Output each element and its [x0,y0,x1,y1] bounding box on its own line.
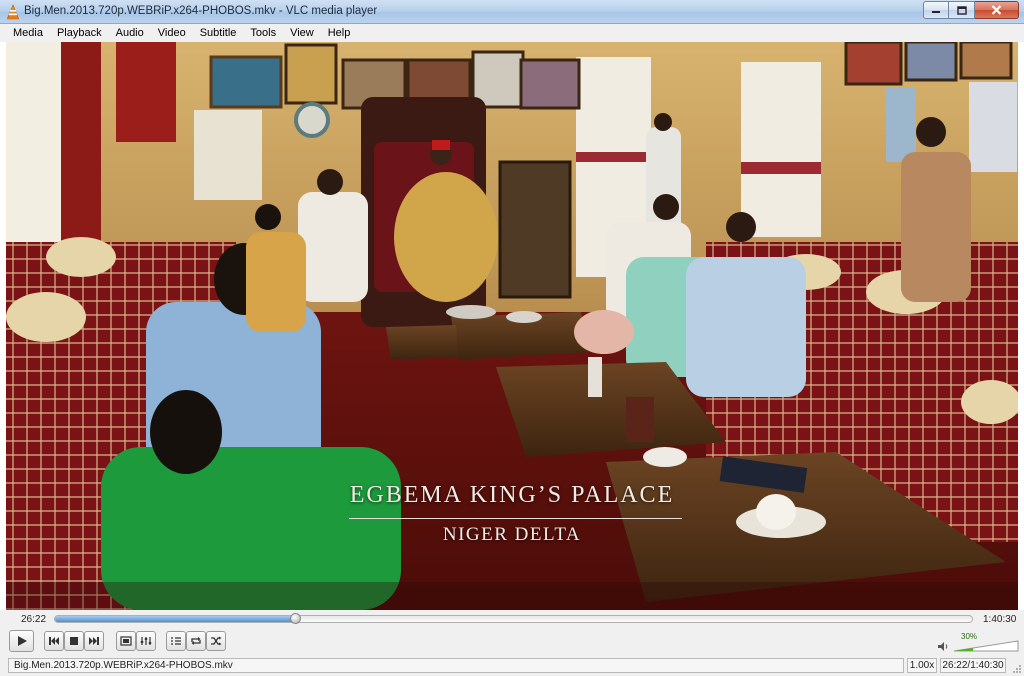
play-icon [17,636,27,646]
extended-settings-button[interactable] [136,631,156,651]
playback-rate[interactable]: 1.00x [907,658,937,673]
menu-audio[interactable]: Audio [109,27,151,39]
fullscreen-button[interactable] [116,631,136,651]
close-icon [991,5,1002,15]
menu-tools[interactable]: Tools [243,27,283,39]
next-button[interactable] [84,631,104,651]
elapsed-time[interactable]: 26:22 [21,614,46,625]
menu-subtitle[interactable]: Subtitle [193,27,244,39]
maximize-button[interactable] [949,1,975,19]
next-icon [89,637,99,645]
playback-controls: 26:22 1:40:30 30% Big.Men.2013.720p.WEBR… [0,610,1024,676]
window-title: Big.Men.2013.720p.WEBRiP.x264-PHOBOS.mkv… [24,5,378,17]
resize-grip-icon[interactable] [1012,664,1022,674]
status-bar: Big.Men.2013.720p.WEBRiP.x264-PHOBOS.mkv… [0,655,1024,676]
shuffle-button[interactable] [206,631,226,651]
menu-view[interactable]: View [283,27,321,39]
menu-video[interactable]: Video [151,27,193,39]
menu-playback[interactable]: Playback [50,27,109,39]
seek-bar[interactable] [54,615,973,623]
stop-button[interactable] [64,631,84,651]
shuffle-icon [211,636,222,646]
seek-progress [55,616,296,622]
loop-icon [191,637,201,645]
menu-media[interactable]: Media [6,27,50,39]
menu-help[interactable]: Help [321,27,358,39]
vlc-cone-icon [7,4,19,20]
previous-button[interactable] [44,631,64,651]
playlist-button[interactable] [166,631,186,651]
video-caption-title: EGBEMA KING’S PALACE [349,482,675,508]
volume-slider[interactable] [953,640,1019,652]
menu-bar: Media Playback Audio Video Subtitle Tool… [0,24,1024,42]
fullscreen-icon [120,636,132,646]
speaker-icon[interactable] [937,641,949,652]
total-time[interactable]: 1:40:30 [983,614,1016,625]
maximize-icon [956,5,967,15]
status-time[interactable]: 26:22/1:40:30 [940,658,1006,673]
playlist-icon [171,637,181,645]
stop-icon [70,637,78,645]
minimize-button[interactable] [923,1,949,19]
video-frame[interactable]: EGBEMA KING’S PALACE NIGER DELTA [6,42,1018,610]
video-caption-divider [349,518,682,519]
minimize-icon [932,11,940,13]
loop-button[interactable] [186,631,206,651]
extended-settings-icon [140,637,152,645]
previous-icon [49,637,59,645]
close-button[interactable] [975,1,1019,19]
window-controls [923,1,1019,19]
title-bar: Big.Men.2013.720p.WEBRiP.x264-PHOBOS.mkv… [0,0,1024,24]
video-caption-subtitle: NIGER DELTA [442,524,582,545]
status-filename: Big.Men.2013.720p.WEBRiP.x264-PHOBOS.mkv [8,658,904,673]
play-button[interactable] [9,630,34,652]
